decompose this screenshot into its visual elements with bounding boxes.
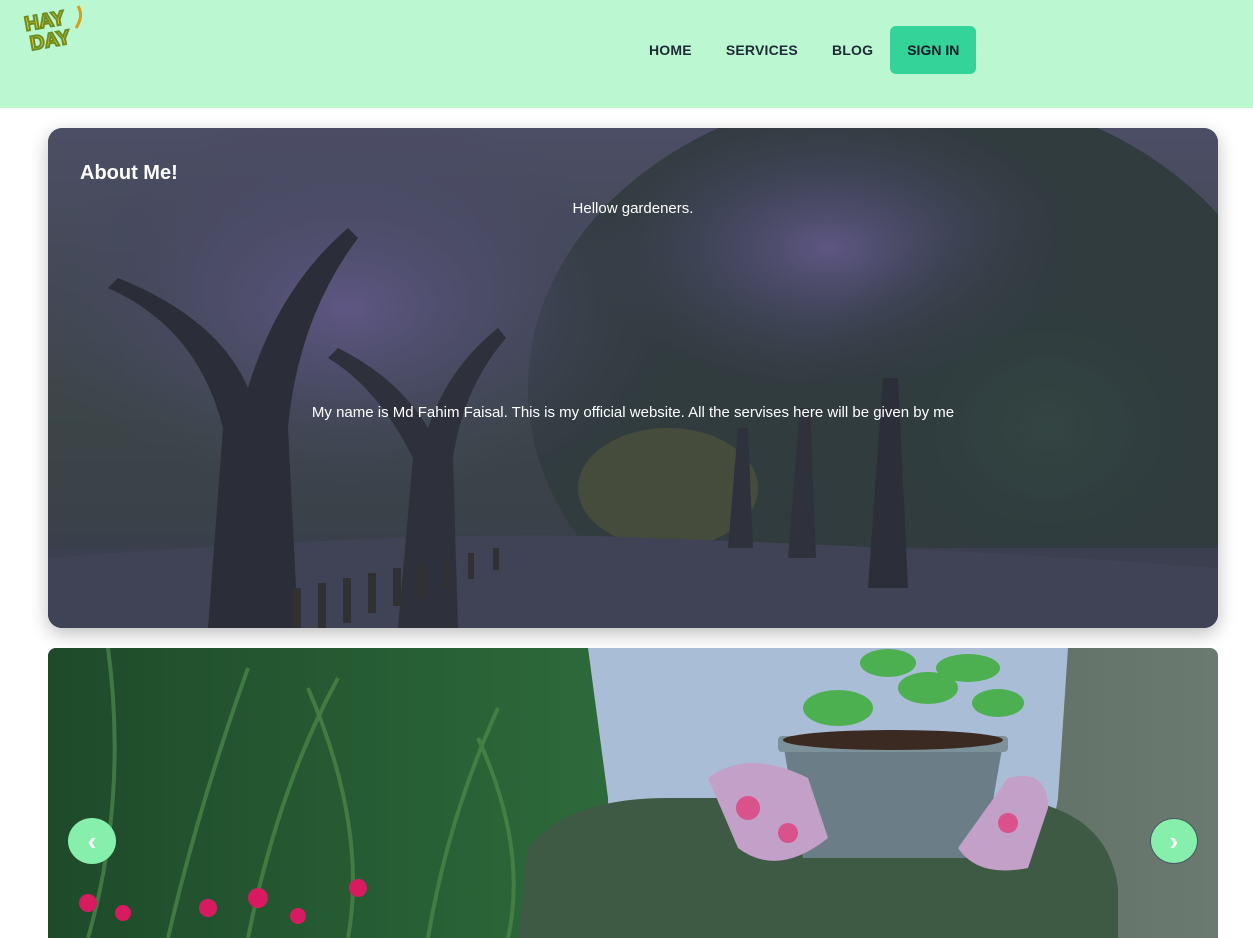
about-greeting: Hellow gardeners.: [572, 200, 694, 217]
sign-in-button[interactable]: SIGN IN: [890, 26, 977, 74]
nav-blog[interactable]: BLOG: [815, 26, 890, 74]
gardener-slide-image: [48, 648, 1218, 938]
carousel-next-button[interactable]: ›: [1150, 818, 1198, 864]
main-nav: HOME SERVICES BLOG SIGN IN: [632, 26, 977, 74]
hay-day-logo[interactable]: HAY DAY: [18, 2, 90, 56]
about-description: My name is Md Fahim Faisal. This is my o…: [311, 404, 955, 421]
carousel-prev-button[interactable]: ‹: [68, 818, 116, 864]
about-title: About Me!: [80, 162, 178, 184]
nav-home[interactable]: HOME: [632, 26, 709, 74]
image-carousel: [48, 648, 1218, 938]
nav-services[interactable]: SERVICES: [709, 26, 815, 74]
about-card: About Me! Hellow gardeners. My name is M…: [48, 128, 1218, 628]
site-header: HAY DAY HOME SERVICES BLOG SIGN IN: [0, 0, 1253, 108]
